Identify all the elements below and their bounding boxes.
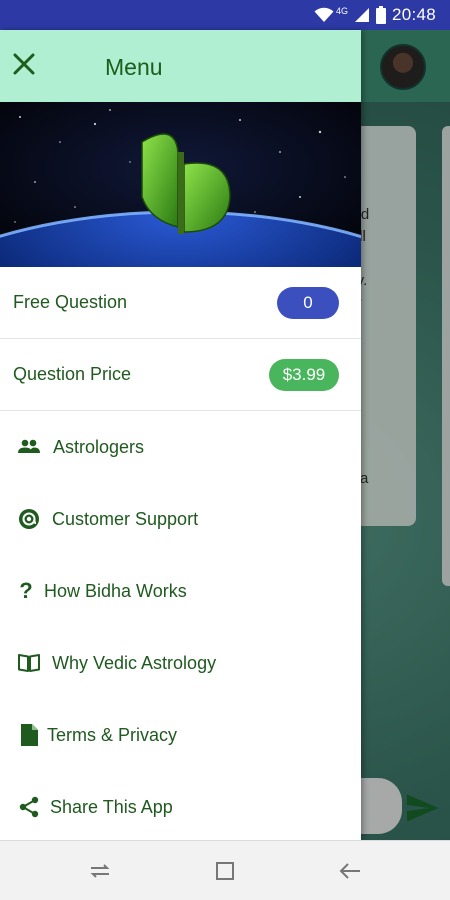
navigation-drawer: Menu Free Question 0 Question Price $3.9…	[0, 30, 361, 840]
menu-item-label: Customer Support	[52, 508, 199, 529]
document-icon	[17, 723, 41, 747]
menu-item-share-app[interactable]: Share This App	[0, 771, 361, 843]
system-navigation-bar	[0, 840, 450, 900]
clock: 20:48	[391, 5, 436, 24]
menu-item-label: Why Vedic Astrology	[52, 652, 217, 673]
question-price-row: Question Price $3.99	[0, 339, 361, 411]
menu-item-label: How Bidha Works	[44, 580, 187, 601]
earth-logo-image	[0, 102, 361, 267]
home-icon[interactable]	[213, 859, 237, 883]
app-banner	[0, 102, 361, 267]
free-question-row: Free Question 0	[0, 267, 361, 339]
menu-item-how-bidha-works[interactable]: ? How Bidha Works	[0, 555, 361, 627]
close-icon[interactable]	[8, 48, 40, 80]
status-icons: 4G 20:48	[314, 5, 436, 25]
wifi-icon	[314, 7, 334, 22]
share-icon	[17, 795, 41, 819]
back-icon[interactable]	[338, 859, 362, 883]
menu-item-astrologers[interactable]: Astrologers	[0, 411, 361, 483]
battery-icon	[375, 6, 386, 24]
menu-item-why-vedic-astrology[interactable]: Why Vedic Astrology	[0, 627, 361, 699]
drawer-header: Menu	[0, 30, 361, 102]
menu-item-label: Terms & Privacy	[47, 724, 178, 745]
menu-item-terms-privacy[interactable]: Terms & Privacy	[0, 699, 361, 771]
book-icon	[17, 651, 41, 675]
drawer-title: Menu	[105, 54, 163, 80]
question-price-label: Question Price	[13, 364, 132, 384]
at-sign-icon	[17, 507, 41, 531]
menu-item-customer-support[interactable]: Customer Support	[0, 483, 361, 555]
question-mark-icon: ?	[19, 578, 33, 603]
free-question-label: Free Question	[13, 292, 128, 312]
people-icon	[17, 435, 41, 459]
status-bar: 4G 20:48	[0, 0, 450, 30]
signal-icon	[354, 8, 369, 22]
menu-item-label: Astrologers	[53, 436, 145, 457]
free-question-count-badge: 0	[277, 286, 339, 319]
network-type-label: 4G	[335, 6, 348, 16]
question-price-badge: $3.99	[269, 358, 339, 391]
menu-item-label: Share This App	[50, 796, 173, 817]
recent-apps-icon[interactable]	[88, 859, 112, 883]
